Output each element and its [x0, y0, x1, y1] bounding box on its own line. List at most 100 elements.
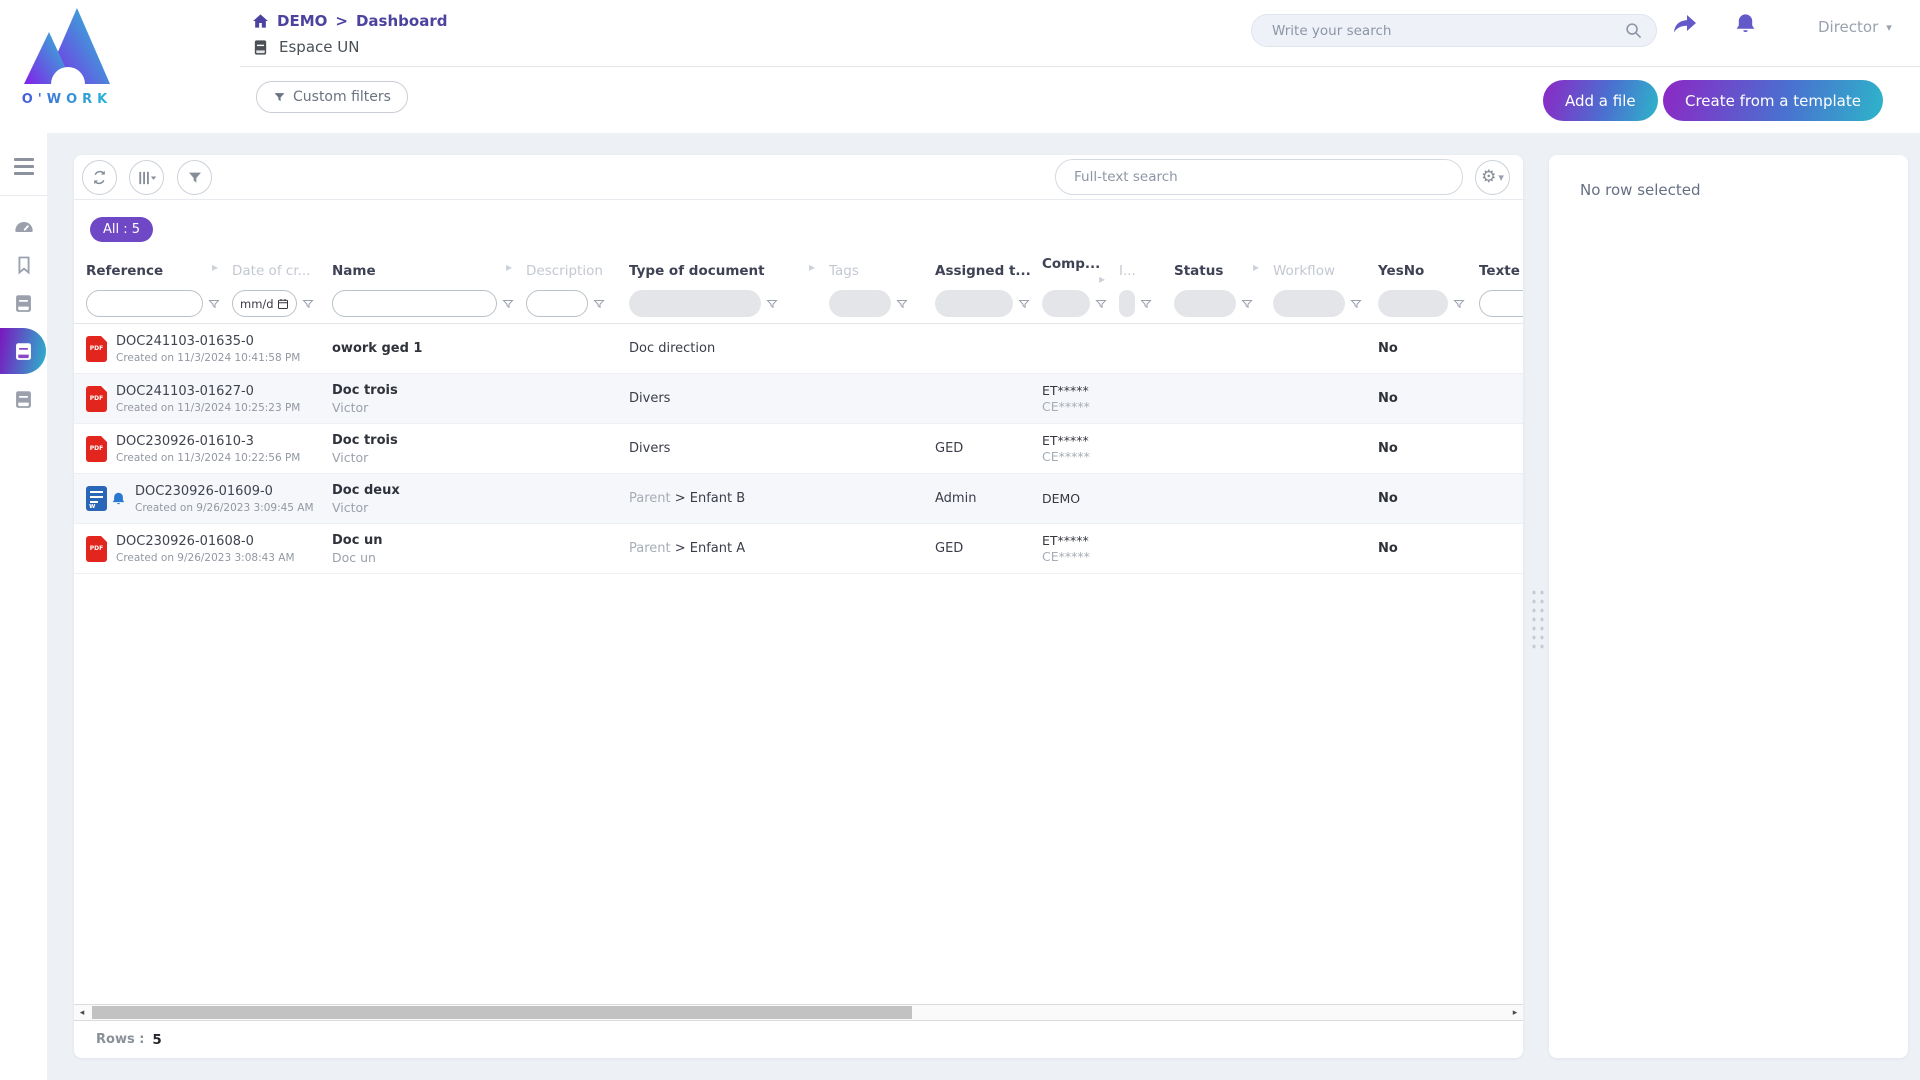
custom-filters-button[interactable]: Custom filters — [256, 81, 408, 113]
table-row[interactable]: PDFDOC241103-01635-0Created on 11/3/2024… — [74, 324, 1523, 374]
sort-caret-icon[interactable]: ▸ — [506, 260, 512, 274]
filter-cell-4 — [617, 290, 817, 317]
left-sidebar — [0, 133, 47, 1080]
table-row[interactable]: PDFDOC230926-01610-3Created on 11/3/2024… — [74, 424, 1523, 474]
reference-value: DOC241103-01635-0 — [116, 334, 300, 349]
filter-input[interactable] — [332, 290, 497, 317]
global-search-input[interactable] — [1272, 23, 1625, 39]
filter-funnel-icon[interactable] — [1453, 298, 1465, 310]
filter-cell-7 — [1030, 290, 1107, 317]
table-row[interactable]: PDFDOC230926-01608-0Created on 9/26/2023… — [74, 524, 1523, 574]
column-header-tags[interactable]: Tags — [817, 260, 923, 279]
created-on-value: Created on 9/26/2023 3:08:43 AM — [116, 552, 295, 564]
column-header-i---[interactable]: I... — [1107, 260, 1162, 279]
company-value: ET***** — [1042, 433, 1107, 448]
filter-funnel-icon[interactable] — [593, 298, 605, 310]
date-filter-input[interactable]: mm/d — [232, 290, 297, 317]
name-value: Doc un — [332, 533, 514, 548]
notifications-bell-icon[interactable] — [1734, 12, 1757, 36]
menu-hamburger-icon[interactable] — [0, 147, 47, 185]
filter-funnel-icon[interactable] — [302, 298, 314, 310]
filter-funnel-icon[interactable] — [1350, 298, 1362, 310]
sidebar-item-library[interactable] — [0, 284, 47, 322]
sidebar-item-bookmarks[interactable] — [0, 246, 47, 284]
breadcrumb-home[interactable]: DEMO — [277, 12, 327, 30]
created-on-value: Created on 11/3/2024 10:25:23 PM — [116, 402, 300, 414]
table-row[interactable]: PDFDOC241103-01627-0Created on 11/3/2024… — [74, 374, 1523, 424]
filter-input[interactable] — [526, 290, 588, 317]
pdf-file-icon: PDF — [86, 336, 107, 362]
column-header-type-of-document[interactable]: Type of document▸ — [617, 260, 817, 279]
filter-disabled — [1378, 290, 1448, 317]
filter-funnel-icon[interactable] — [1241, 298, 1253, 310]
filter-funnel-icon[interactable] — [766, 298, 778, 310]
sidebar-item-documents-active[interactable] — [0, 328, 46, 374]
sidebar-item-archives[interactable] — [0, 380, 47, 418]
table-row[interactable]: wDOC230926-01609-0Created on 9/26/2023 3… — [74, 474, 1523, 524]
view-tabs: All : 5 — [74, 200, 1523, 254]
yesno-value: No — [1378, 391, 1467, 406]
column-header-comp---[interactable]: Comp...▸ — [1030, 253, 1107, 286]
filter-button[interactable] — [177, 160, 212, 195]
breadcrumb-page[interactable]: Dashboard — [356, 12, 447, 30]
chevron-down-icon: ▾ — [1498, 171, 1504, 184]
book-icon — [13, 293, 34, 314]
column-header-status[interactable]: Status▸ — [1162, 260, 1261, 279]
breadcrumb-separator: > — [335, 12, 348, 30]
filter-input[interactable] — [86, 290, 203, 317]
filter-funnel-icon[interactable] — [502, 298, 514, 310]
share-icon[interactable] — [1672, 12, 1698, 36]
column-header-date-of-cr---[interactable]: Date of cr... — [220, 260, 320, 279]
filter-disabled — [1119, 290, 1135, 317]
sort-caret-icon[interactable]: ▸ — [212, 260, 218, 274]
created-on-value: Created on 11/3/2024 10:22:56 PM — [116, 452, 300, 464]
user-menu[interactable]: Director ▾ — [1818, 18, 1892, 36]
subspace-label: Espace UN — [279, 38, 359, 56]
add-file-button[interactable]: Add a file — [1543, 80, 1658, 121]
bookmark-icon — [14, 254, 34, 276]
sort-caret-icon[interactable]: ▸ — [1253, 260, 1259, 274]
global-search[interactable] — [1251, 14, 1657, 47]
gear-icon: ⚙ — [1481, 169, 1496, 186]
column-header-yesno[interactable]: YesNo — [1366, 260, 1467, 279]
column-header-assigned-t---[interactable]: Assigned t... — [923, 260, 1030, 279]
filter-disabled — [1273, 290, 1345, 317]
scroll-left-icon[interactable]: ◂ — [75, 1005, 89, 1020]
column-header-description[interactable]: Description — [514, 260, 617, 279]
table-settings-button[interactable]: ⚙ ▾ — [1475, 160, 1510, 195]
sidebar-item-dashboard[interactable] — [0, 208, 47, 246]
scroll-right-icon[interactable]: ▸ — [1508, 1005, 1522, 1020]
filter-funnel-icon[interactable] — [1018, 298, 1030, 310]
filter-cell-5 — [817, 290, 923, 317]
pdf-file-icon: PDF — [86, 436, 107, 462]
search-icon[interactable] — [1625, 22, 1642, 39]
column-header-name[interactable]: Name▸ — [320, 260, 514, 279]
panel-resize-handle[interactable] — [1530, 588, 1544, 652]
filter-input[interactable] — [1479, 290, 1523, 317]
column-header-workflow[interactable]: Workflow — [1261, 260, 1366, 279]
filter-funnel-icon[interactable] — [1095, 298, 1107, 310]
book-icon — [13, 341, 34, 362]
horizontal-scrollbar[interactable]: ◂ ▸ — [74, 1004, 1523, 1021]
app-logo[interactable]: O'WORK — [12, 6, 122, 107]
assigned-value: GED — [935, 541, 1030, 556]
topbar-divider — [240, 66, 1920, 67]
home-icon[interactable] — [252, 13, 269, 29]
filter-funnel-icon[interactable] — [1140, 298, 1152, 310]
sort-caret-icon[interactable]: ▸ — [809, 260, 815, 274]
refresh-button[interactable] — [82, 160, 117, 195]
create-from-template-button[interactable]: Create from a template — [1663, 80, 1883, 121]
assigned-value: GED — [935, 441, 1030, 456]
all-rows-badge[interactable]: All : 5 — [90, 217, 153, 242]
name-subtitle: Doc un — [332, 550, 514, 565]
fulltext-search-input[interactable] — [1055, 159, 1463, 195]
column-header-reference[interactable]: Reference▸ — [74, 260, 220, 279]
columns-button[interactable] — [129, 160, 164, 195]
column-header-texte[interactable]: Texte — [1467, 260, 1523, 279]
filter-funnel-icon[interactable] — [896, 298, 908, 310]
created-on-value: Created on 9/26/2023 3:09:45 AM — [135, 502, 314, 514]
scrollbar-thumb[interactable] — [92, 1006, 912, 1019]
filter-funnel-icon — [273, 91, 286, 104]
filter-funnel-icon[interactable] — [208, 298, 220, 310]
no-selection-message: No row selected — [1549, 155, 1908, 199]
